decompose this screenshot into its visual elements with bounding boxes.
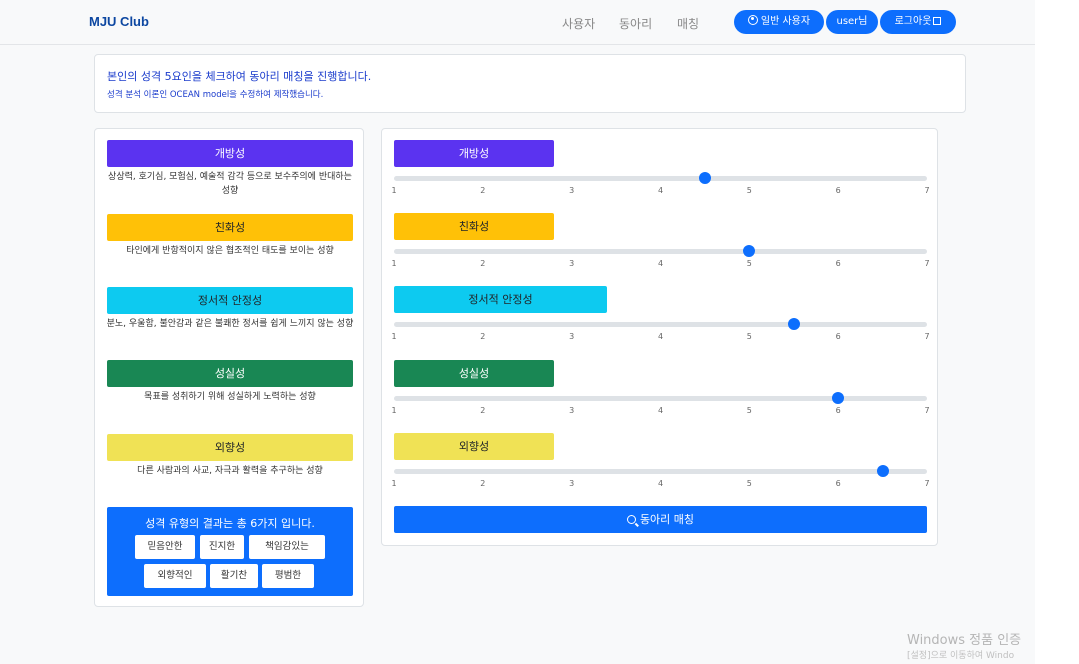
intro-box: 본인의 성격 5요인을 체크하여 동아리 매칭을 진행합니다. 성격 분석 이론… (94, 54, 966, 113)
trait-label-openness: 개방성 (107, 140, 353, 167)
trait-desc-openness: 상상력, 호기심, 모험심, 예술적 감각 등으로 보수주의에 반대하는 성향 (108, 172, 352, 196)
slider-tick-label: 7 (924, 406, 930, 415)
result-chip: 평범한 (262, 564, 314, 588)
slider-tick-label: 2 (480, 332, 486, 341)
user-type-button[interactable]: 일반 사용자 (734, 10, 824, 34)
slider-tick-label: 4 (657, 479, 664, 488)
result-chip: 활기찬 (210, 564, 258, 588)
user-circle-icon (747, 15, 758, 25)
slider-tick-label: 2 (480, 406, 486, 415)
page: MJU Club 사용자 동아리 매칭 일반 사용자 user님 로그아웃 본인… (0, 0, 1035, 664)
intro-line-1: 본인의 성격 5요인을 체크하여 동아리 매칭을 진행합니다. (107, 70, 372, 83)
result-chip: 책임감있는 (249, 535, 325, 559)
slider-tick-label: 4 (657, 259, 664, 268)
trait-description-card: 개방성 상상력, 호기심, 모험심, 예술적 감각 등으로 보수주의에 반대하는… (94, 128, 364, 607)
trait-desc-stability: 분노, 우울함, 불안감과 같은 불쾌한 정서를 쉽게 느끼지 않는 성향 (106, 319, 354, 329)
slider-tick-label: 3 (569, 479, 575, 488)
result-title: 성격 유형의 결과는 총 6가지 입니다. (145, 517, 315, 530)
slider-tick-label: 2 (480, 186, 486, 195)
search-icon (626, 515, 636, 524)
trait-desc-extraversion: 다른 사람과의 사교, 자극과 활력을 추구하는 성향 (137, 466, 323, 476)
slider-tick-label: 2 (480, 479, 486, 488)
slider-tick-label: 3 (569, 186, 575, 195)
slider-thumb[interactable] (698, 172, 711, 184)
windows-activation-hint: [설정]으로 이동하여 Windo (907, 651, 1015, 661)
slider-tick-label: 3 (569, 406, 575, 415)
user-type-label: 일반 사용자 (760, 16, 811, 27)
slider-tick-label: 7 (924, 259, 930, 268)
slider-thumb[interactable] (832, 392, 845, 404)
user-button[interactable]: user님 (826, 10, 878, 34)
slider-extraversion[interactable] (394, 465, 927, 477)
club-match-button[interactable]: 동아리 매칭 (394, 506, 927, 533)
nav-link-matching[interactable]: 매칭 (677, 15, 699, 32)
slider-openness[interactable] (394, 172, 927, 184)
brand-logo[interactable]: MJU Club (89, 14, 149, 29)
slider-tick-label: 5 (746, 186, 752, 195)
slider-thumb[interactable] (876, 465, 889, 477)
slider-tick-label: 5 (746, 406, 752, 415)
slider-tick-label: 7 (924, 479, 930, 488)
nav-link-users[interactable]: 사용자 (562, 15, 595, 32)
slider-tick-label: 1 (391, 332, 397, 341)
slider-tick-label: 6 (835, 259, 841, 268)
result-chip: 믿음안한 (135, 535, 195, 559)
trait-label-conscientiousness: 성실성 (107, 360, 353, 387)
slider-thumb[interactable] (743, 245, 756, 257)
slider-tick-label: 3 (569, 259, 575, 268)
slider-label-conscientiousness: 성실성 (394, 360, 554, 387)
slider-tick-label: 1 (391, 259, 397, 268)
logout-icon (933, 17, 942, 25)
trait-label-stability: 정서적 안정성 (107, 287, 353, 314)
slider-tick-label: 5 (746, 332, 752, 341)
slider-conscientiousness[interactable] (394, 392, 927, 404)
trait-slider-card: 개방성 1 2 3 4 5 6 7 친화성 1 2 3 4 5 6 7 정서적 안정성 1 2 3 4 5 6 7 성실성 1 2 3… (381, 128, 938, 546)
logout-button[interactable]: 로그아웃 (880, 10, 956, 34)
trait-desc-conscientiousness: 목표를 성취하기 위해 성실하게 노력하는 성향 (144, 392, 316, 402)
slider-tick-label: 5 (746, 479, 752, 488)
slider-label-extraversion: 외향성 (394, 433, 554, 460)
slider-label-agreeableness: 친화성 (394, 213, 554, 240)
result-chip: 외향적인 (144, 564, 206, 588)
trait-desc-agreeableness: 타인에게 반항적이지 않은 협조적인 태도를 보이는 성향 (126, 246, 334, 256)
result-box: 성격 유형의 결과는 총 6가지 입니다. 믿음안한 진지한 책임감있는 외향적… (107, 507, 353, 596)
slider-tick-label: 6 (835, 406, 841, 415)
nav-link-clubs[interactable]: 동아리 (619, 15, 652, 32)
navbar: MJU Club 사용자 동아리 매칭 일반 사용자 user님 로그아웃 (0, 0, 1035, 45)
slider-tick-label: 6 (835, 186, 841, 195)
slider-tick-label: 7 (924, 332, 930, 341)
slider-tick-label: 5 (746, 259, 752, 268)
trait-label-agreeableness: 친화성 (107, 214, 353, 241)
slider-tick-label: 1 (391, 186, 397, 195)
slider-tick-label: 4 (657, 332, 664, 341)
slider-agreeableness[interactable] (394, 245, 927, 257)
slider-tick-label: 4 (657, 406, 664, 415)
slider-tick-label: 1 (391, 479, 397, 488)
slider-tick-label: 4 (657, 186, 664, 195)
slider-tick-label: 1 (391, 406, 397, 415)
slider-tick-label: 7 (924, 186, 930, 195)
slider-tick-label: 3 (569, 332, 575, 341)
trait-label-extraversion: 외향성 (107, 434, 353, 461)
slider-tick-label: 2 (480, 259, 486, 268)
slider-tick-label: 6 (835, 332, 841, 341)
windows-activation-watermark: Windows 정품 인증 (907, 633, 1022, 648)
result-chip: 진지한 (200, 535, 244, 559)
intro-line-2: 성격 분석 이론인 OCEAN model을 수정하여 제작했습니다. (107, 90, 324, 100)
slider-tick-label: 6 (835, 479, 841, 488)
slider-label-openness: 개방성 (394, 140, 554, 167)
logout-label: 로그아웃 (894, 16, 932, 27)
slider-thumb[interactable] (787, 318, 800, 330)
slider-label-stability: 정서적 안정성 (394, 286, 607, 313)
club-match-label: 동아리 매칭 (639, 513, 695, 526)
slider-stability[interactable] (394, 318, 927, 330)
